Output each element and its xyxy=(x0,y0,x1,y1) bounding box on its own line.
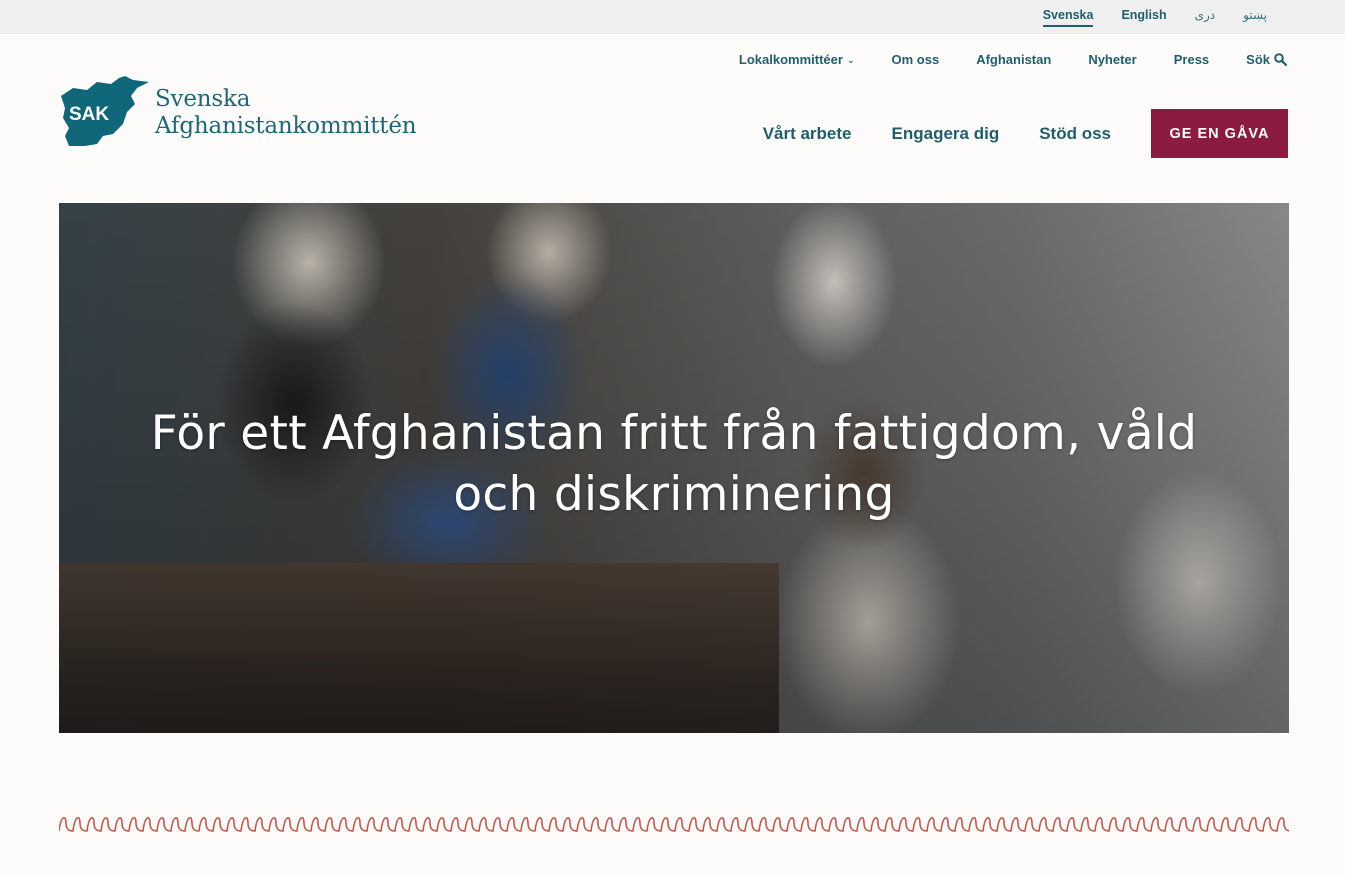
nav-search[interactable]: Sök xyxy=(1246,52,1287,67)
nav-engage[interactable]: Engagera dig xyxy=(892,124,1000,144)
donate-button[interactable]: GE EN GÅVA xyxy=(1151,109,1288,158)
language-bar: Svenska English دری پښتو xyxy=(0,0,1345,34)
lang-dari[interactable]: دری xyxy=(1195,8,1216,27)
logo-wordmark: Svenska Afghanistankommittén xyxy=(155,86,417,140)
lang-english[interactable]: English xyxy=(1121,8,1166,27)
lang-svenska[interactable]: Svenska xyxy=(1042,8,1094,27)
nav-news[interactable]: Nyheter xyxy=(1088,52,1136,67)
lang-pashto[interactable]: پښتو xyxy=(1243,8,1267,27)
nav-news-label: Nyheter xyxy=(1088,52,1137,67)
hero-headline-line-2: och diskriminering xyxy=(453,467,895,522)
search-icon xyxy=(1274,53,1287,66)
nav-afghanistan[interactable]: Afghanistan xyxy=(976,52,1051,67)
hero-headline-line-1: För ett Afghanistan fritt från fattigdom… xyxy=(150,406,1198,461)
logo-badge-text: SAK xyxy=(69,104,109,125)
afghanistan-map-logo-icon: SAK xyxy=(61,76,149,146)
chevron-down-icon: ⌄ xyxy=(846,54,855,65)
hero-banner: För ett Afghanistan fritt från fattigdom… xyxy=(59,203,1289,733)
nav-local-committees[interactable]: Lokalkommittéer ⌄ xyxy=(739,52,855,67)
site-logo[interactable]: SAK Svenska Afghanistankommittén xyxy=(59,74,417,150)
logo-line-2: Afghanistankommittén xyxy=(155,113,417,139)
secondary-nav: Lokalkommittéer ⌄ Om oss Afghanistan Nyh… xyxy=(739,52,1287,67)
nav-local-committees-label: Lokalkommittéer xyxy=(738,52,843,67)
logo-line-1: Svenska xyxy=(155,86,251,112)
nav-press[interactable]: Press xyxy=(1174,52,1209,67)
decorative-wave-divider xyxy=(59,816,1289,832)
hero-headline: För ett Afghanistan fritt från fattigdom… xyxy=(59,403,1289,525)
nav-about[interactable]: Om oss xyxy=(892,52,940,67)
language-switcher: Svenska English دری پښتو xyxy=(1042,0,1267,34)
nav-our-work[interactable]: Vårt arbete xyxy=(763,124,852,144)
nav-support[interactable]: Stöd oss xyxy=(1039,124,1111,144)
nav-afghanistan-label: Afghanistan xyxy=(976,52,1052,67)
site-header: SAK Svenska Afghanistankommittén Lokalko… xyxy=(0,34,1345,203)
nav-search-label: Sök xyxy=(1246,52,1270,67)
nav-about-label: Om oss xyxy=(891,52,940,67)
nav-press-label: Press xyxy=(1173,52,1210,67)
primary-nav: Vårt arbete Engagera dig Stöd oss GE EN … xyxy=(763,109,1288,158)
